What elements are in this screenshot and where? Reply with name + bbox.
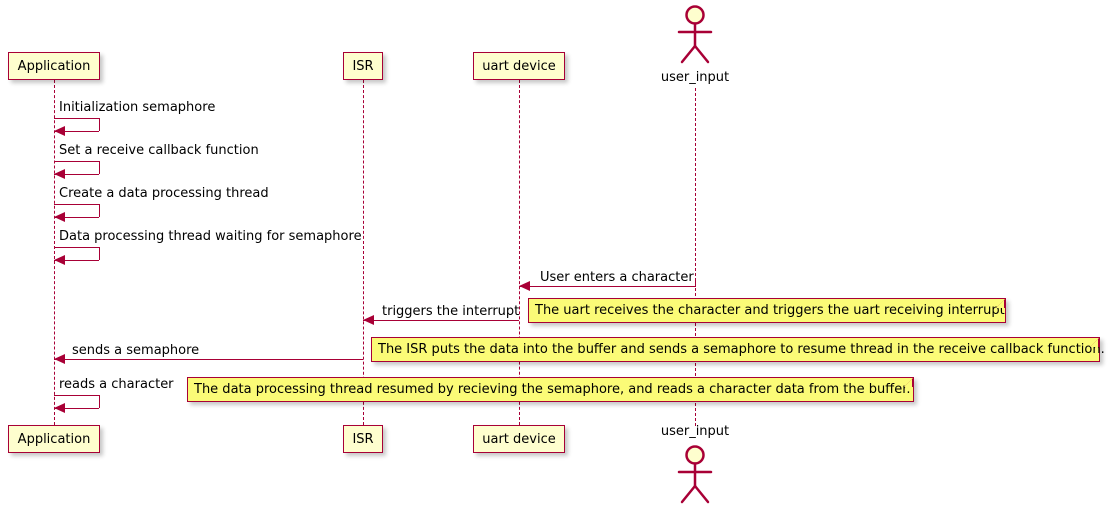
- self-message-top-segment: [54, 395, 99, 396]
- self-message-right-segment: [99, 204, 100, 217]
- self-message-top-segment: [54, 204, 99, 205]
- note-fold-inner-icon: [1090, 339, 1098, 347]
- message-arrow-triggers-the-interrupt: [363, 320, 519, 321]
- participant-isr-bottom[interactable]: ISR: [343, 425, 383, 453]
- note-fold-inner-icon: [904, 379, 912, 387]
- arrowhead-icon: [54, 126, 65, 136]
- note-text: The ISR puts the data into the buffer an…: [378, 342, 1105, 357]
- message-label-reads-a-character: reads a character: [59, 377, 174, 392]
- participant-label: Application: [17, 431, 91, 447]
- actor-user-input-top[interactable]: [667, 4, 723, 66]
- arrowhead-icon: [54, 354, 65, 364]
- message-label-user-enters-a-character: User enters a character: [540, 270, 694, 285]
- arrowhead-icon: [54, 255, 65, 265]
- message-arrow-user-enters-a-character: [519, 286, 695, 287]
- self-message-right-segment: [99, 247, 100, 260]
- note-isr-puts-data-into-buffer: The ISR puts the data into the buffer an…: [371, 337, 1105, 362]
- self-message-right-segment: [99, 161, 100, 174]
- participant-label: ISR: [352, 58, 374, 74]
- message-arrow-sends-a-semaphore: [54, 359, 363, 360]
- self-message-top-segment: [54, 247, 99, 248]
- lifeline-user-input: [695, 88, 696, 426]
- note-data-processing-thread-resumed: The data processing thread resumed by re…: [187, 377, 914, 402]
- message-label-set-receive-callback: Set a receive callback function: [59, 143, 259, 158]
- participant-label: uart device: [482, 58, 556, 74]
- sequence-diagram-canvas: Application ISR uart device user_input A…: [0, 0, 1111, 510]
- message-label-thread-waiting-for-semaphore: Data processing thread waiting for semap…: [59, 229, 362, 244]
- arrowhead-icon: [54, 169, 65, 179]
- message-label-triggers-the-interrupt: triggers the interrupt: [382, 304, 520, 319]
- participant-label: uart device: [482, 431, 556, 447]
- message-source-tick: [695, 281, 696, 287]
- note-fold-inner-icon: [996, 300, 1004, 308]
- message-label-initialization-semaphore: Initialization semaphore: [59, 100, 216, 115]
- note-uart-receives-character: The uart receives the character and trig…: [528, 298, 1006, 323]
- lifeline-uart-device: [519, 80, 520, 425]
- actor-label-user-input-bottom: user_input: [660, 424, 730, 439]
- self-message-right-segment: [99, 118, 100, 131]
- lifeline-isr: [363, 80, 364, 425]
- participant-application-bottom[interactable]: Application: [8, 425, 100, 453]
- participant-isr-top[interactable]: ISR: [343, 52, 383, 80]
- actor-label-user-input-top: user_input: [660, 70, 730, 85]
- self-message-top-segment: [54, 161, 99, 162]
- participant-label: Application: [17, 58, 91, 74]
- message-label-sends-a-semaphore: sends a semaphore: [72, 343, 200, 358]
- self-message-right-segment: [99, 395, 100, 408]
- arrowhead-icon: [54, 403, 65, 413]
- note-text: The uart receives the character and trig…: [535, 303, 1005, 318]
- self-message-top-segment: [54, 118, 99, 119]
- arrowhead-icon: [519, 281, 530, 291]
- participant-label: ISR: [352, 431, 374, 447]
- participant-uart-device-top[interactable]: uart device: [473, 52, 565, 80]
- arrowhead-icon: [54, 212, 65, 222]
- participant-uart-device-bottom[interactable]: uart device: [473, 425, 565, 453]
- arrowhead-icon: [363, 315, 374, 325]
- message-label-create-data-processing-thread: Create a data processing thread: [59, 186, 269, 201]
- note-text: The data processing thread resumed by re…: [194, 382, 911, 397]
- participant-application-top[interactable]: Application: [8, 52, 100, 80]
- actor-user-input-bottom[interactable]: [667, 444, 723, 506]
